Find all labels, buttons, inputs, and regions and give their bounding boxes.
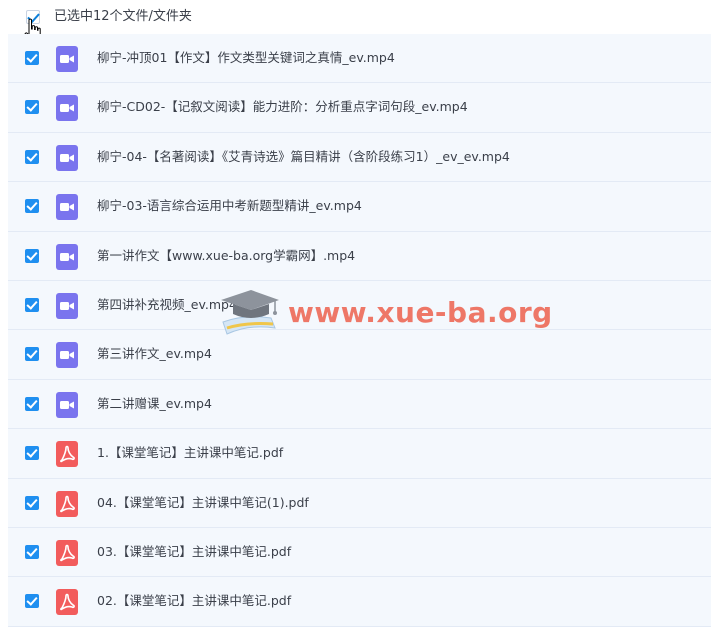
file-checkbox[interactable] <box>25 297 39 312</box>
video-icon <box>56 342 78 369</box>
file-name[interactable]: 第一讲作文【www.xue-ba.org学霸网】.mp4 <box>97 247 355 265</box>
file-name[interactable]: 1.【课堂笔记】主讲课中笔记.pdf <box>97 444 283 462</box>
pdf-icon <box>56 589 78 616</box>
file-name[interactable]: 03.【课堂笔记】主讲课中笔记.pdf <box>97 543 291 561</box>
file-row[interactable]: 柳宁-04-【名著阅读】《艾青诗选》篇目精讲（含阶段练习1）_ev_ev.mp4 <box>8 132 711 183</box>
graduation-cap-icon <box>221 290 279 335</box>
video-icon <box>56 46 78 72</box>
file-checkbox[interactable] <box>25 149 39 164</box>
file-checkbox[interactable] <box>25 347 39 362</box>
selection-count-text: 已选中12个文件/文件夹 <box>54 9 192 24</box>
file-row[interactable]: 第二讲赠课_ev.mp4 <box>8 379 711 430</box>
file-checkbox[interactable] <box>25 594 39 609</box>
pdf-icon <box>56 539 78 566</box>
watermark-text: www.xue-ba.org <box>288 296 553 329</box>
file-name[interactable]: 第三讲作文_ev.mp4 <box>97 345 212 363</box>
video-icon <box>56 243 78 270</box>
file-row[interactable]: 柳宁-03-语言综合运用中考新题型精讲_ev.mp4 <box>8 182 711 232</box>
file-name[interactable]: 柳宁-03-语言综合运用中考新题型精讲_ev.mp4 <box>97 197 362 215</box>
watermark: www.xue-ba.org <box>215 278 552 348</box>
video-icon <box>56 292 78 319</box>
file-row[interactable]: 柳宁-冲顶01【作文】作文类型关键词之真情_ev.mp4 <box>8 34 711 84</box>
file-checkbox[interactable] <box>25 495 39 510</box>
file-checkbox[interactable] <box>25 396 39 411</box>
video-icon <box>56 194 78 221</box>
file-name[interactable]: 柳宁-04-【名著阅读】《艾青诗选》篇目精讲（含阶段练习1）_ev_ev.mp4 <box>97 148 510 166</box>
pdf-icon <box>56 490 78 517</box>
video-icon <box>56 144 78 171</box>
file-row[interactable]: 04.【课堂笔记】主讲课中笔记(1).pdf <box>8 478 711 528</box>
file-row[interactable]: 柳宁-CD02-【记叙文阅读】能力进阶：分析重点字词句段_ev.mp4 <box>8 83 711 133</box>
file-checkbox[interactable] <box>25 199 39 214</box>
file-checkbox[interactable] <box>25 446 39 461</box>
file-checkbox[interactable] <box>25 100 39 115</box>
file-checkbox[interactable] <box>25 248 39 263</box>
selection-header: 已选中12个文件/文件夹 <box>0 0 711 43</box>
file-checkbox[interactable] <box>25 544 39 559</box>
file-row[interactable]: 第一讲作文【www.xue-ba.org学霸网】.mp4 <box>8 231 711 281</box>
file-list-view: 已选中12个文件/文件夹 柳宁-冲顶01【作文】作文类型关键词之真情_ev.mp… <box>0 0 711 634</box>
video-icon <box>56 391 78 418</box>
file-row[interactable]: 02.【课堂笔记】主讲课中笔记.pdf <box>8 577 711 627</box>
file-name[interactable]: 第二讲赠课_ev.mp4 <box>97 395 212 413</box>
video-icon <box>56 95 78 122</box>
file-row[interactable]: 1.【课堂笔记】主讲课中笔记.pdf <box>8 429 711 479</box>
file-name[interactable]: 柳宁-冲顶01【作文】作文类型关键词之真情_ev.mp4 <box>97 49 395 67</box>
file-row[interactable]: 03.【课堂笔记】主讲课中笔记.pdf <box>8 527 711 578</box>
pdf-icon <box>56 441 78 468</box>
file-checkbox[interactable] <box>25 51 39 65</box>
file-name[interactable]: 柳宁-CD02-【记叙文阅读】能力进阶：分析重点字词句段_ev.mp4 <box>97 98 468 116</box>
file-name[interactable]: 04.【课堂笔记】主讲课中笔记(1).pdf <box>97 494 309 512</box>
file-name[interactable]: 02.【课堂笔记】主讲课中笔记.pdf <box>97 592 291 610</box>
